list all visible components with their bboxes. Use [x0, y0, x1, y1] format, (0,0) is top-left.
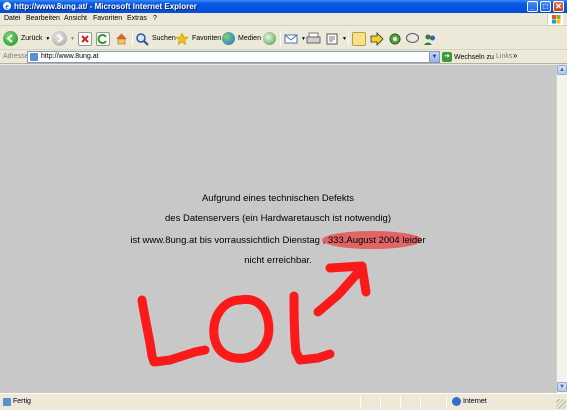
menu-help[interactable]: ? [153, 15, 157, 22]
messenger-button[interactable] [405, 30, 420, 47]
history-button[interactable] [263, 30, 276, 47]
page-icon [3, 398, 11, 406]
gear-icon [389, 33, 401, 44]
home-button[interactable] [114, 30, 129, 47]
forward-button[interactable]: ▼ [52, 30, 75, 47]
chevron-down-icon[interactable]: ▼ [342, 36, 347, 42]
refresh-button[interactable] [96, 30, 110, 47]
window-title: http://www.8ung.at/ - Microsoft Internet… [14, 2, 197, 11]
media-button[interactable]: Medien [222, 30, 261, 47]
forward-arrow-button[interactable] [370, 30, 384, 47]
minimize-button[interactable]: _ [527, 1, 538, 12]
printer-icon [306, 32, 321, 43]
maximize-button[interactable]: □ [540, 1, 551, 12]
status-separator [380, 396, 381, 408]
toolbar-separator [348, 31, 349, 46]
stop-icon [78, 31, 92, 46]
page-content [0, 65, 556, 393]
windows-logo-icon [547, 14, 563, 25]
document-edit-icon [326, 33, 338, 44]
menu-bearbeiten[interactable]: Bearbeiten [26, 15, 60, 22]
address-label: Adresse [3, 53, 29, 60]
history-icon [263, 32, 276, 45]
toolbar: Zurück ▼ ▼ Suchen Favoriten Medien ▼ ▼ [0, 27, 567, 50]
favorites-label: Favoriten [192, 35, 222, 42]
status-separator [400, 396, 401, 408]
scroll-down-icon[interactable]: ▼ [557, 382, 567, 392]
go-button[interactable]: ➜ Wechseln zu [442, 51, 494, 63]
toolbar-separator [132, 31, 133, 46]
globe-icon [452, 397, 461, 406]
menu-datei[interactable]: Datei [4, 15, 20, 22]
svg-text:e: e [5, 2, 9, 11]
security-zone: Internet [463, 398, 487, 405]
status-text: Fertig [13, 398, 31, 405]
back-label: Zurück [21, 35, 43, 42]
close-button[interactable]: ✕ [553, 1, 564, 12]
edit-button[interactable]: ▼ [325, 30, 347, 47]
go-label: Wechseln zu [454, 53, 494, 61]
status-bar: Fertig Internet [0, 393, 567, 410]
status-separator [420, 396, 421, 408]
menu-extras[interactable]: Extras [127, 15, 147, 22]
favorites-button[interactable]: Favoriten [175, 30, 221, 47]
star-icon [175, 31, 189, 45]
print-button[interactable] [306, 30, 321, 47]
media-icon [222, 32, 235, 45]
stop-button[interactable] [78, 30, 92, 47]
menu-favoriten[interactable]: Favoriten [93, 15, 122, 22]
chevron-down-icon[interactable]: ▼ [429, 52, 439, 62]
back-arrow-icon [3, 31, 18, 46]
status-separator [446, 396, 447, 408]
chevron-down-icon[interactable]: ▼ [70, 36, 75, 42]
address-input[interactable]: http://www.8ung.at ▼ [27, 51, 440, 63]
search-icon [136, 32, 149, 46]
research-button[interactable] [388, 30, 402, 47]
toolbar-separator [280, 31, 281, 46]
search-button[interactable]: Suchen [135, 30, 176, 47]
message-line-4: nicht erreichbar. [244, 255, 312, 266]
message-line-1: Aufgrund eines technischen Defekts [201, 193, 355, 204]
folder-button[interactable] [352, 30, 366, 47]
internet-explorer-icon: e [3, 2, 11, 11]
home-icon [116, 33, 127, 45]
scroll-up-icon[interactable]: ▲ [557, 65, 567, 75]
folder-icon [352, 31, 366, 46]
go-arrow-icon: ➜ [442, 52, 452, 62]
status-separator [360, 396, 361, 408]
people-icon [424, 34, 435, 45]
media-label: Medien [238, 35, 261, 42]
chat-bubble-icon [406, 32, 419, 43]
mail-icon [284, 34, 298, 43]
page-icon [30, 53, 38, 61]
search-label: Suchen [152, 35, 176, 42]
refresh-icon [96, 31, 110, 46]
message-line-2: des Datenservers (ein Hardwaretausch ist… [165, 213, 391, 224]
forward-arrow-icon [52, 31, 67, 46]
links-label[interactable]: Links [496, 53, 512, 60]
mail-button[interactable]: ▼ [284, 30, 306, 47]
resize-grip[interactable] [556, 399, 566, 409]
back-button[interactable]: Zurück ▼ [3, 30, 50, 47]
title-bar[interactable]: e http://www.8ung.at/ - Microsoft Intern… [0, 0, 567, 13]
vertical-scrollbar[interactable]: ▲ ▼ [556, 65, 567, 393]
menu-ansicht[interactable]: Ansicht [64, 15, 87, 22]
menu-bar: Datei Bearbeiten Ansicht Favoriten Extra… [0, 13, 567, 26]
message-line-3: ist www.8ung.at bis vorraussichtlich Die… [130, 235, 426, 246]
links-chevron-icon[interactable]: » [513, 51, 517, 60]
address-url[interactable]: http://www.8ung.at [41, 53, 99, 60]
contacts-button[interactable] [423, 30, 437, 47]
address-bar: Adresse http://www.8ung.at ▼ ➜ Wechseln … [0, 50, 567, 64]
chevron-down-icon[interactable]: ▼ [45, 36, 50, 42]
arrow-right-icon [370, 31, 384, 46]
